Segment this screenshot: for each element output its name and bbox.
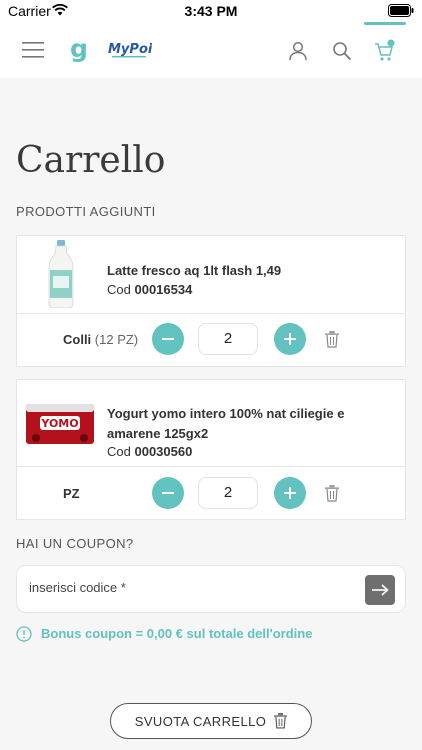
product-code: Cod 00030560 (107, 444, 192, 459)
product-code-prefix: Cod (107, 444, 131, 459)
empty-cart-label: SVUOTA CARRELLO (134, 713, 267, 729)
status-bar: Carrier 3:43 PM (0, 0, 422, 22)
products-section-label: PRODOTTI AGGIUNTI (16, 204, 156, 219)
cart-icon[interactable] (373, 39, 397, 63)
coupon-submit-button[interactable] (365, 575, 395, 605)
product-name: Yogurt yomo intero 100% nat ciliegie e a… (107, 404, 397, 444)
logo-mypoi-text: MyPoi (108, 42, 152, 57)
increase-quantity-button[interactable] (274, 323, 306, 355)
coupon-section-label: HAI UN COUPON? (16, 536, 134, 551)
increase-quantity-button[interactable] (274, 477, 306, 509)
user-icon[interactable] (288, 41, 308, 61)
trash-icon (274, 713, 288, 729)
app-header: g MyPoi (0, 22, 422, 78)
arrow-right-icon (372, 584, 389, 596)
coupon-field[interactable]: inserisci codice * (16, 565, 406, 613)
decrease-quantity-button[interactable] (152, 477, 184, 509)
product-code-prefix: Cod (107, 282, 131, 297)
logo-g[interactable]: g (69, 36, 93, 64)
card-divider (17, 313, 405, 314)
product-code-value: 00030560 (134, 444, 193, 459)
unit-label-name: PZ (63, 486, 80, 501)
product-name: Latte fresco aq 1lt flash 1,49 (107, 263, 282, 278)
card-divider (17, 466, 405, 467)
coupon-input[interactable]: inserisci codice * (29, 580, 126, 595)
header-accent-bar (364, 22, 406, 25)
product-code-value: 00016534 (134, 282, 193, 297)
quantity-input[interactable]: 2 (198, 323, 258, 355)
search-icon[interactable] (332, 41, 352, 61)
product-image-yogurt: YOMO (26, 404, 94, 444)
product-name-line: amarene 125gx2 (107, 426, 209, 441)
menu-icon[interactable] (22, 42, 44, 58)
unit-label-detail: (12 PZ) (94, 332, 139, 347)
plus-icon (284, 487, 296, 499)
page-title: Carrello (16, 140, 166, 181)
logo-mypoi[interactable]: MyPoi (108, 38, 152, 62)
product-card: YOMO Yogurt yomo intero 100% nat ciliegi… (16, 379, 406, 520)
decrease-quantity-button[interactable] (152, 323, 184, 355)
minus-icon (162, 338, 174, 340)
logo-g-text: g (70, 36, 88, 63)
product-code: Cod 00016534 (107, 282, 192, 297)
empty-cart-button[interactable]: SVUOTA CARRELLO (110, 703, 312, 739)
product-name-line: Yogurt yomo intero 100% nat ciliegie e (107, 406, 345, 421)
unit-label-name: Colli (63, 332, 92, 347)
trash-icon[interactable] (325, 485, 339, 502)
yogurt-brand-text: YOMO (40, 417, 78, 430)
coupon-bonus-text: Bonus coupon = 0,00 € sul totale dell'or… (41, 626, 313, 641)
unit-label: Colli (12 PZ) (63, 332, 138, 347)
plus-icon (284, 333, 296, 345)
product-image-milk (48, 240, 74, 308)
minus-icon (162, 492, 174, 494)
product-card: Latte fresco aq 1lt flash 1,49 Cod 00016… (16, 235, 406, 367)
battery-icon (388, 4, 414, 17)
unit-label: PZ (63, 486, 80, 501)
trash-icon[interactable] (325, 331, 339, 348)
status-time: 3:43 PM (184, 3, 238, 19)
info-icon (16, 626, 32, 642)
quantity-input[interactable]: 2 (198, 477, 258, 509)
